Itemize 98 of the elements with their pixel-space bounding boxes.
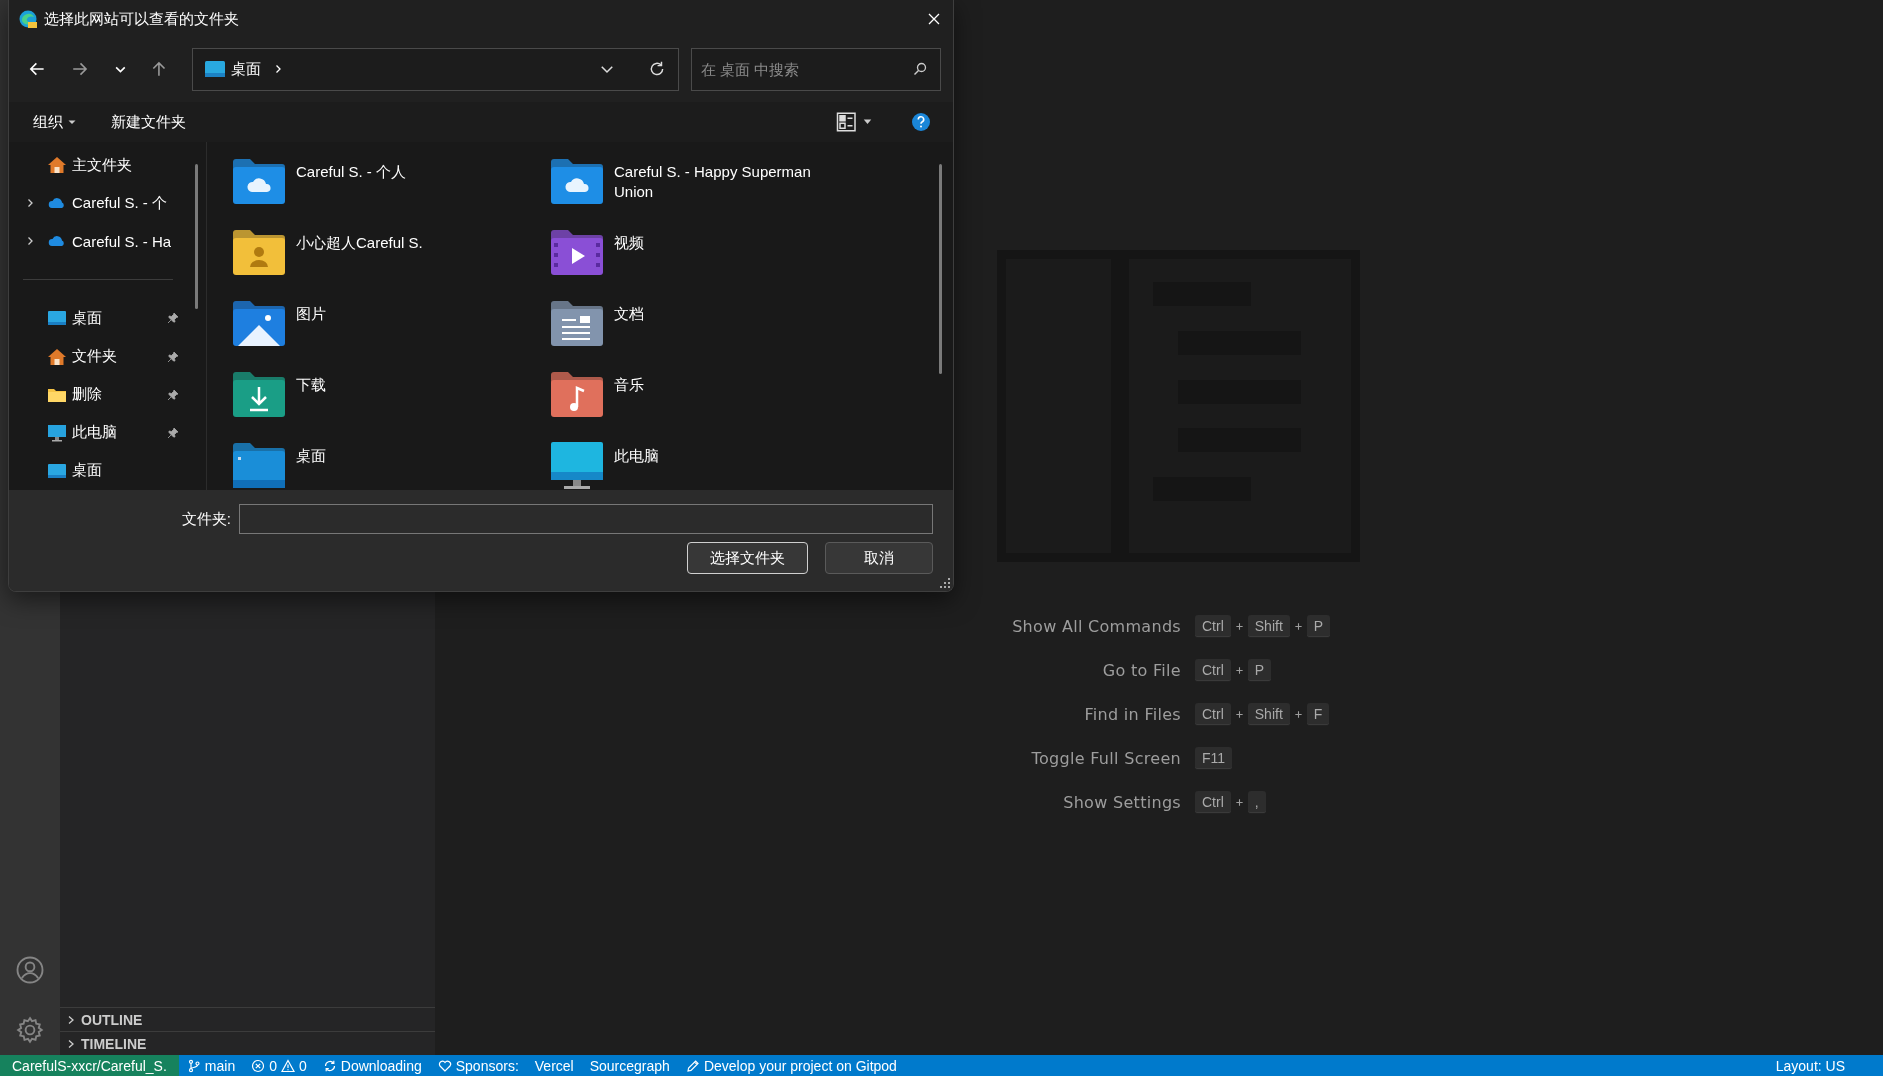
status-item[interactable]: Sourcegraph (581, 1057, 678, 1074)
folder-item[interactable]: 下载 (232, 373, 550, 444)
folder-icon (232, 229, 286, 277)
desktop-icon (47, 461, 67, 480)
folder-item[interactable]: Careful S. - 个人 (232, 160, 550, 231)
toolbar-button[interactable]: 组织 (23, 108, 87, 136)
help-icon[interactable] (911, 112, 931, 132)
close-icon[interactable] (927, 12, 941, 26)
folder-icon (232, 300, 286, 348)
plus-icon (1234, 665, 1244, 675)
shortcut-label: Find in Files (1083, 704, 1181, 724)
navigation-item[interactable]: Careful S. - Ha (9, 222, 191, 261)
monitor-icon (550, 442, 604, 490)
folder-icon (550, 371, 604, 419)
scrollbar-thumb[interactable] (195, 164, 198, 309)
plus-icon (1234, 797, 1244, 807)
folder-icon (232, 158, 286, 206)
keyboard-key: P (1247, 658, 1272, 682)
warning-icon (281, 1058, 295, 1073)
navigation-item[interactable]: 桌面 (9, 451, 191, 490)
keyboard-key: Ctrl (1195, 658, 1231, 682)
folder-name-field[interactable] (239, 504, 933, 534)
browser-icon (18, 9, 38, 29)
cancel-button[interactable]: 取消 (825, 542, 933, 574)
chevron-icon[interactable] (25, 198, 35, 209)
section-header[interactable]: OUTLINE (60, 1007, 435, 1031)
plus-icon (1234, 621, 1244, 631)
keyboard-key: Shift (1247, 614, 1290, 638)
forward-arrow-icon[interactable] (70, 60, 89, 78)
keyboard-key: F (1306, 702, 1330, 726)
chevron-icon[interactable] (25, 236, 35, 247)
keyboard-key: , (1247, 790, 1266, 814)
folder-icon (232, 371, 286, 419)
folder-icon (550, 229, 604, 277)
plus-icon (1293, 621, 1303, 631)
toolbar-button[interactable]: 新建文件夹 (101, 108, 196, 136)
shortcut-label: Show Settings (1062, 792, 1181, 812)
error-icon (251, 1058, 266, 1073)
section-title: TIMELINE (81, 1035, 147, 1052)
folder-item[interactable]: 小心超人Careful S. (232, 231, 550, 302)
remote-indicator[interactable]: CarefulS-xxcr/Careful_S. (0, 1055, 179, 1076)
navigation-item[interactable]: 删除 (9, 375, 191, 414)
back-arrow-icon[interactable] (28, 60, 46, 78)
search-icon[interactable] (913, 61, 927, 76)
status-item[interactable]: Develop your project on Gitpod (677, 1057, 905, 1074)
settings-icon[interactable] (15, 1015, 45, 1045)
navigation-item[interactable]: 此电脑 (9, 413, 191, 452)
folder-item[interactable]: Careful S. - Happy Superman Union (550, 160, 939, 231)
monitor-icon (47, 423, 67, 442)
folder-icon (550, 158, 604, 206)
folder-item[interactable]: 音乐 (550, 373, 939, 444)
folder-item[interactable]: 图片 (232, 302, 550, 373)
shortcut-label: Go to File (1101, 660, 1181, 680)
folder-icon (232, 442, 286, 490)
folder-item[interactable]: 文档 (550, 302, 939, 373)
status-item[interactable]: Downloading (314, 1057, 430, 1074)
navigation-item[interactable]: 桌面 (9, 299, 191, 338)
pencil-icon (685, 1058, 700, 1073)
keyboard-key: Ctrl (1195, 614, 1231, 638)
plus-icon (1234, 709, 1244, 719)
address-bar[interactable]: 桌面 (192, 47, 679, 91)
folder-item[interactable]: 此电脑 (550, 444, 939, 490)
keyboard-layout-indicator[interactable]: Layout: US (1775, 1057, 1883, 1074)
status-item[interactable]: Sponsors: (429, 1057, 527, 1074)
select-folder-button[interactable]: 选择文件夹 (687, 542, 808, 574)
desktop-icon (205, 61, 226, 77)
section-title: OUTLINE (81, 1011, 143, 1028)
status-item[interactable]: main (178, 1057, 244, 1074)
field-label: 文件夹: (181, 509, 231, 529)
chevron-icon (66, 1038, 76, 1049)
keyboard-key: Ctrl (1195, 702, 1231, 726)
window-title: 选择此网站可以查看的文件夹 (44, 9, 239, 29)
keyboard-key: F11 (1195, 746, 1233, 770)
plus-icon (1293, 709, 1303, 719)
keyboard-key: P (1306, 614, 1331, 638)
folder-item[interactable]: 视频 (550, 231, 939, 302)
house-icon (47, 156, 67, 175)
keyboard-key: Ctrl (1195, 790, 1231, 814)
folder-icon (550, 300, 604, 348)
chevron-icon (66, 1014, 76, 1025)
branch-icon (186, 1058, 201, 1073)
navigation-item[interactable]: 主文件夹 (9, 146, 191, 185)
scrollbar-thumb[interactable] (939, 164, 942, 374)
sync-icon (322, 1058, 337, 1073)
shortcut-label: Toggle Full Screen (1030, 748, 1181, 768)
resize-grip-icon[interactable] (940, 578, 950, 588)
problems-indicator[interactable]: 0 0 (243, 1057, 315, 1074)
navigation-item[interactable]: 文件夹 (9, 337, 191, 376)
keyboard-key: Shift (1247, 702, 1290, 726)
account-icon[interactable] (15, 955, 45, 985)
house-icon (47, 347, 67, 366)
folder-item[interactable]: 桌面 (232, 444, 550, 490)
heart-icon (437, 1058, 452, 1073)
search-field[interactable]: 在 桌面 中搜索 (690, 47, 941, 91)
navigation-item[interactable]: Careful S. - 个 (9, 184, 191, 223)
status-item[interactable]: Vercel (526, 1057, 582, 1074)
shortcut-label: Show All Commands (1011, 616, 1181, 636)
desktop-icon (47, 309, 67, 328)
